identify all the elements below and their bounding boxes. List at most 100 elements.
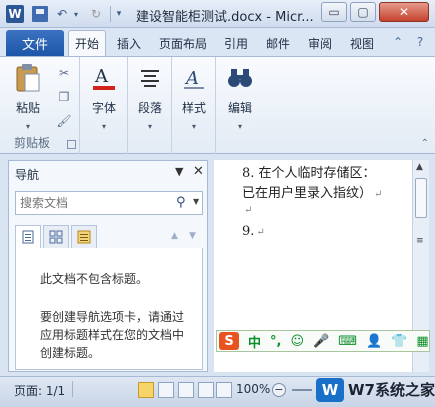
nav-menu-icon[interactable]: ▼ — [175, 165, 183, 178]
tab-mailings[interactable]: 邮件 — [260, 30, 296, 56]
help-icon[interactable]: ? — [412, 34, 428, 50]
print-layout-view-icon[interactable] — [138, 382, 154, 398]
svg-text:A: A — [184, 68, 199, 89]
styles-dropdown-icon[interactable]: ▾ — [192, 122, 196, 131]
outline-view-icon[interactable] — [198, 382, 214, 398]
undo-dropdown-icon[interactable]: ▾ — [72, 6, 80, 22]
nav-search-input[interactable] — [16, 192, 166, 214]
status-page-count[interactable]: 页面: 1/1 — [14, 382, 65, 399]
font-group: A 字体 ▾ — [80, 57, 128, 154]
ime-emoji-icon[interactable]: ☺ — [290, 334, 304, 349]
doc-line-2: 已在用户里录入指纹） ↵ — [242, 182, 382, 201]
ime-punctuation-icon[interactable]: °, — [270, 334, 281, 349]
search-options-icon[interactable]: ▼ — [193, 197, 199, 206]
redo-icon[interactable]: ↻ — [88, 6, 104, 22]
doc-line-3: ↵ — [242, 202, 252, 217]
styles-icon: A — [179, 63, 209, 93]
document-title: 建设智能柜测试.docx - Micr... — [136, 10, 314, 25]
scroll-thumb[interactable] — [415, 178, 427, 218]
svg-text:A: A — [94, 66, 109, 87]
tab-page-layout[interactable]: 页面布局 — [154, 30, 212, 56]
search-icon[interactable]: ⚲ — [176, 195, 186, 210]
zoom-slider[interactable] — [292, 389, 312, 391]
doc-line-4: 9. ↵ — [242, 224, 265, 239]
zoom-out-icon[interactable]: − — [272, 383, 286, 397]
tab-references[interactable]: 引用 — [218, 30, 254, 56]
minimize-button[interactable]: ▭ — [321, 2, 347, 22]
ribbon-tabs: 文件 开始 插入 页面布局 引用 邮件 审阅 视图 ⌃ ? — [0, 28, 435, 56]
editing-label: 编辑 — [227, 101, 252, 115]
editing-button[interactable]: 编辑 ▾ — [218, 61, 262, 131]
styles-group: A 样式 ▾ — [172, 57, 216, 154]
clipboard-launcher-icon[interactable] — [67, 140, 76, 149]
cut-icon[interactable]: ✂ — [56, 65, 72, 81]
tab-insert[interactable]: 插入 — [110, 30, 148, 56]
paragraph-mark-icon: ↵ — [256, 227, 265, 238]
headings-view-icon[interactable] — [15, 225, 41, 249]
ribbon: 粘贴 ▾ ✂ ❐ 🖌 剪贴板 A 字体 ▾ 段落 ▾ A 样式 ▾ 编辑 ▾ ⌃ — [0, 56, 435, 154]
paragraph-button[interactable]: 段落 ▾ — [128, 61, 172, 131]
paragraph-mark-icon: ↵ — [244, 205, 253, 216]
results-view-icon[interactable] — [71, 225, 97, 249]
styles-button[interactable]: A 样式 ▾ — [172, 61, 216, 131]
nav-previous-icon[interactable]: ▲ — [171, 231, 178, 241]
paste-dropdown-icon[interactable]: ▾ — [26, 122, 30, 131]
editing-dropdown-icon[interactable]: ▾ — [238, 122, 242, 131]
copy-icon[interactable]: ❐ — [56, 89, 72, 105]
nav-instructions-message: 要创建导航选项卡，请通过应用标题样式在您的文档中创建标题。 — [40, 310, 185, 360]
title-bar: W ↶ ▾ ↻ ▾ 建设智能柜测试.docx - Micr... ▭ ▢ ✕ — [0, 0, 435, 28]
paragraph-dropdown-icon[interactable]: ▾ — [148, 122, 152, 131]
full-screen-view-icon[interactable] — [158, 382, 174, 398]
ime-user-icon[interactable]: 👤 — [366, 334, 382, 349]
doc-line-2-text: 已在用户里录入指纹） — [242, 186, 373, 201]
navigation-pane: 导航 ▼ ✕ ⚲ ▼ ▲ ▼ 此文档不包含标题。 要创建导航选项卡，请通过应用标… — [8, 160, 208, 372]
ruler-toggle-icon[interactable]: ≡ — [416, 236, 424, 246]
ime-skin-icon[interactable]: 👕 — [391, 334, 407, 349]
watermark-text: W7系统之家 — [348, 381, 435, 399]
qat-separator — [110, 6, 111, 22]
nav-title: 导航 — [15, 168, 40, 182]
font-button[interactable]: A 字体 ▾ — [82, 61, 126, 131]
doc-line-1-text: 8. 在个人临时存储区： — [242, 166, 376, 181]
paragraph-mark-icon: ↵ — [374, 189, 383, 200]
tab-home[interactable]: 开始 — [68, 30, 106, 56]
paste-button[interactable]: 粘贴 ▾ — [6, 61, 50, 131]
save-icon[interactable] — [32, 6, 48, 22]
doc-line-1: 8. 在个人临时存储区： — [242, 162, 376, 181]
undo-icon[interactable]: ↶ — [54, 6, 70, 22]
font-dropdown-icon[interactable]: ▾ — [102, 122, 106, 131]
draft-view-icon[interactable] — [216, 382, 232, 398]
ime-mode-chinese[interactable]: 中 — [248, 332, 261, 351]
ribbon-minimize-icon[interactable]: ⌃ — [390, 34, 406, 50]
nav-close-icon[interactable]: ✕ — [193, 164, 204, 179]
styles-label: 样式 — [181, 101, 206, 115]
format-painter-icon[interactable]: 🖌 — [56, 113, 72, 129]
tab-file[interactable]: 文件 — [6, 30, 64, 56]
binoculars-icon — [225, 63, 255, 93]
nav-next-icon[interactable]: ▼ — [189, 231, 196, 241]
web-layout-view-icon[interactable] — [178, 382, 194, 398]
word-app-icon[interactable]: W — [6, 5, 24, 23]
maximize-button[interactable]: ▢ — [350, 2, 376, 22]
ribbon-collapse-icon[interactable]: ⌃ — [421, 138, 429, 149]
close-button[interactable]: ✕ — [379, 2, 429, 22]
font-label: 字体 — [91, 101, 116, 115]
pages-view-icon[interactable] — [43, 225, 69, 249]
zoom-level[interactable]: 100% — [236, 382, 270, 396]
nav-search-box: ⚲ ▼ — [15, 191, 203, 215]
ime-voice-icon[interactable]: 🎤 — [313, 334, 329, 349]
scroll-up-icon[interactable]: ▲ — [416, 162, 423, 172]
doc-line-4-text: 9. — [242, 224, 255, 239]
ime-toolbox-icon[interactable]: ▦ — [416, 334, 428, 349]
paste-icon — [13, 63, 43, 93]
nav-content: 此文档不包含标题。 要创建导航选项卡，请通过应用标题样式在您的文档中创建标题。 — [15, 248, 203, 370]
clipboard-group: 粘贴 ▾ ✂ ❐ 🖌 剪贴板 — [0, 57, 80, 154]
ime-keyboard-icon[interactable]: ⌨ — [338, 334, 357, 349]
paragraph-label: 段落 — [137, 101, 162, 115]
paragraph-group: 段落 ▾ — [128, 57, 172, 154]
watermark: W W7系统之家 — [314, 372, 435, 407]
customize-qat-icon[interactable]: ▾ — [113, 6, 125, 22]
tab-review[interactable]: 审阅 — [302, 30, 338, 56]
ime-logo-icon[interactable]: S — [219, 332, 239, 350]
tab-view[interactable]: 视图 — [344, 30, 380, 56]
